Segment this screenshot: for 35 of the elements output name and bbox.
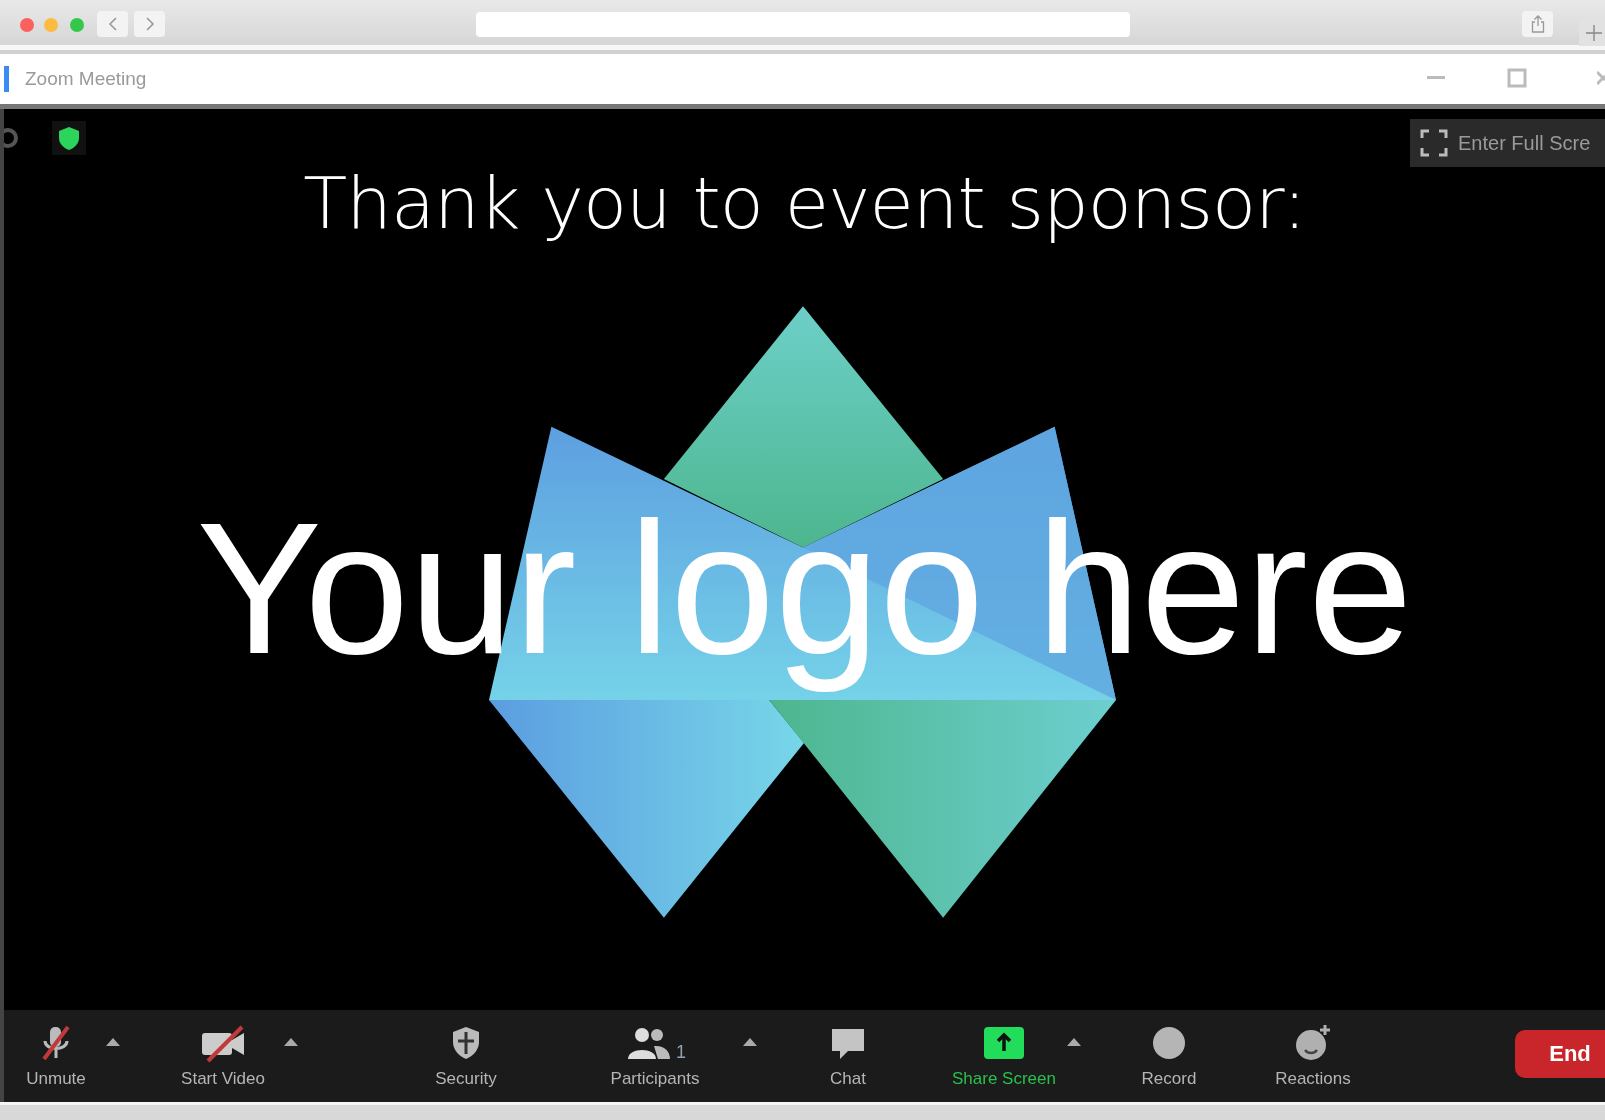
app-icon: [4, 66, 9, 92]
caret-button[interactable]: [104, 1038, 122, 1046]
close-icon[interactable]: [1597, 70, 1605, 86]
address-field[interactable]: [476, 12, 1130, 37]
back-icon: [107, 16, 118, 32]
shield-icon[interactable]: [52, 121, 86, 155]
toolbar-button[interactable]: Reactions: [1250, 1023, 1376, 1089]
minimize-window-icon[interactable]: [44, 18, 58, 32]
share-button[interactable]: [1522, 11, 1553, 37]
full-screen-icon: [1420, 129, 1448, 157]
share-icon: [1530, 15, 1545, 33]
caret-button[interactable]: [741, 1038, 759, 1046]
full-screen-button[interactable]: Enter Full Scre: [1410, 119, 1605, 167]
forward-button[interactable]: [134, 11, 165, 37]
participant-count: 1: [676, 1042, 686, 1063]
toolbar-button[interactable]: Chat: [800, 1023, 896, 1089]
caret-button[interactable]: [1065, 1038, 1083, 1046]
toolbar-button[interactable]: Unmute: [8, 1023, 104, 1089]
back-button[interactable]: [97, 11, 128, 37]
forward-icon: [144, 16, 155, 32]
toolbar-button[interactable]: Record: [1114, 1023, 1224, 1089]
window-title: Zoom Meeting: [25, 68, 147, 90]
close-window-icon[interactable]: [20, 18, 34, 32]
minimize-icon[interactable]: [1427, 76, 1445, 80]
zoom-window-icon[interactable]: [70, 18, 84, 32]
plus-icon: [1584, 23, 1604, 43]
toolbar-button[interactable]: Start Video: [164, 1023, 282, 1089]
toolbar-button[interactable]: 1 Participants: [575, 1023, 735, 1089]
toolbar-button[interactable]: Security: [406, 1023, 526, 1089]
slide-heading: Thank you to event sponsor:: [303, 161, 1306, 245]
toolbar-button[interactable]: Share Screen: [944, 1023, 1064, 1089]
maximize-icon[interactable]: [1507, 68, 1527, 88]
view-icon[interactable]: [4, 125, 20, 151]
caret-button[interactable]: [282, 1038, 300, 1046]
end-button[interactable]: End: [1515, 1030, 1605, 1078]
